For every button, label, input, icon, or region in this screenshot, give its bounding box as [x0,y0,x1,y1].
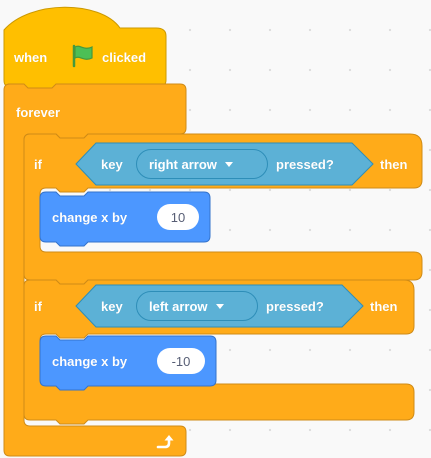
when-label: when [14,50,48,65]
if-label-right: if [34,157,42,172]
blocks-canvas [3,6,423,457]
key-label-left: key [101,299,123,314]
key-option-dropdown-right[interactable]: right arrow [136,149,268,179]
loop-arrow-icon [156,435,174,449]
key-option-dropdown-left[interactable]: left arrow [136,291,258,321]
x-change-value-input-right[interactable]: 10 [157,204,199,230]
key-label-right: key [101,157,123,172]
change-x-label-right: change x by [52,210,128,225]
change-x-label-left: change x by [52,354,128,369]
forever-label: forever [16,105,61,120]
clicked-label: clicked [102,50,147,65]
key-option-value-right: right arrow [149,156,217,172]
pressed-label-right: pressed? [276,157,334,172]
pressed-label-left: pressed? [266,299,324,314]
then-label-right: then [380,157,408,172]
x-change-value-input-left[interactable]: -10 [157,348,205,374]
dropdown-caret-icon [215,303,224,309]
then-label-left: then [370,299,398,314]
if-label-left: if [34,299,42,314]
dropdown-caret-icon [224,161,233,167]
code-workspace[interactable]: when clicked forever if key right arrow … [0,0,431,458]
green-flag-icon [72,44,93,68]
key-option-value-left: left arrow [149,298,208,314]
